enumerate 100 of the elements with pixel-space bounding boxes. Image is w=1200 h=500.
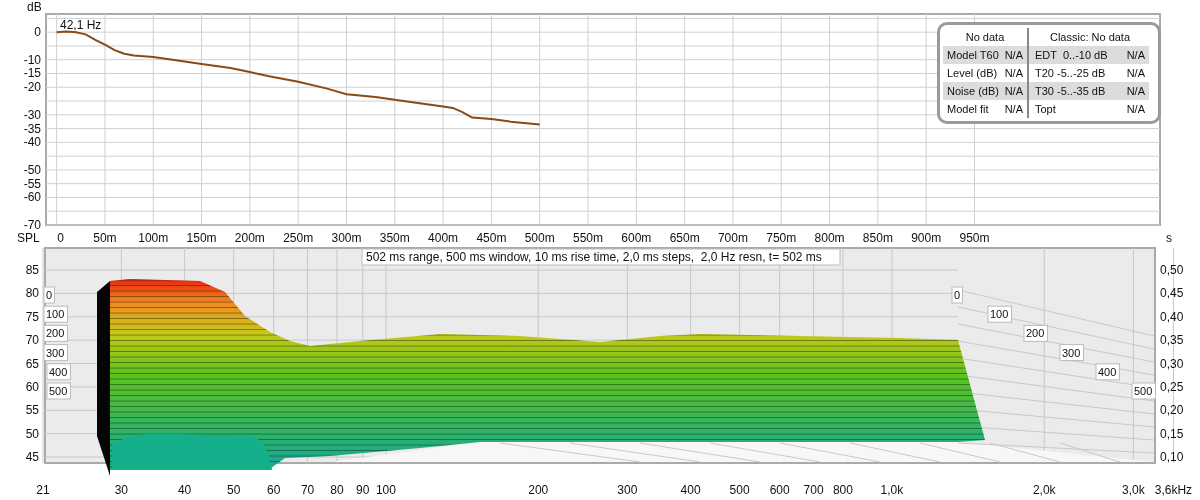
depth-label: 500 [1131,382,1156,400]
x-axis-label: 800m [814,231,845,245]
time-axis-label: 0,30 [1160,356,1184,371]
time-axis-label: 0,15 [1160,426,1184,441]
x-axis-label: 700 [803,483,824,497]
y-axis-label: -50 [23,162,41,177]
depth-label: 500 [46,382,71,400]
x-axis-label: 200m [234,231,265,245]
x-axis-label: 150m [186,231,217,245]
y-axis-label: -70 [23,218,41,232]
legend-value: N/A [1004,49,1023,61]
legend-label: Level (dB) [947,67,998,79]
legend-value: N/A [1126,85,1145,97]
depth-label: 100 [987,305,1012,323]
time-axis-label: 0,35 [1160,333,1184,348]
y-axis-label: -60 [23,190,41,205]
x-axis-label: 600 [769,483,790,497]
depth-label: 400 [1095,363,1120,381]
x-axis-label: 100 [375,483,396,497]
depth-label: 300 [43,344,68,362]
x-axis-label: 40 [177,483,192,497]
y-axis-label: -40 [23,135,41,150]
time-axis-label: 0,10 [1160,450,1184,464]
depth-label: 0 [951,286,963,304]
legend-value: N/A [1126,67,1145,79]
x-axis-label: 750m [766,231,797,245]
y-axis-label: 60 [25,379,39,394]
x-axis-label: 400m [428,231,459,245]
legend-label: EDT 0..-10 dB [1035,49,1108,61]
x-axis-label: 30 [114,483,129,497]
depth-label: 0 [43,286,55,304]
legend-label: Model T60 [947,49,999,61]
x-axis-label: 500m [524,231,555,245]
legend-label: T20 -5..-25 dB [1035,67,1106,79]
legend-value: N/A [1004,103,1023,115]
y-axis-label: 45 [25,450,39,464]
legend-value: N/A [1004,67,1023,79]
y-axis-label: 65 [25,356,39,371]
x-axis-label: 50m [93,231,117,245]
y-axis-label: 85 [25,263,39,277]
x-axis-label: 900m [911,231,942,245]
y-axis-label: 70 [25,333,39,348]
y-axis-label: -20 [23,80,41,95]
x-axis-label: 300 [617,483,638,497]
depth-label: 200 [1023,324,1048,342]
y-axis-label: 75 [25,309,39,324]
time-axis-label: 0,50 [1160,263,1184,277]
x-axis-label: 600m [621,231,652,245]
x-axis-label: 350m [379,231,410,245]
x-axis-label: 700m [717,231,748,245]
legend-label: T30 -5..-35 dB [1035,85,1106,97]
x-axis-label: 50 [226,483,241,497]
y-axis-label: 50 [25,426,39,441]
x-axis-label: 200 [528,483,549,497]
depth-label: 300 [1059,344,1084,362]
x-axis-label: 0 [57,231,64,245]
y-axis-label: -30 [23,107,41,122]
x-axis-label: 90 [356,483,370,497]
depth-label: 100 [43,305,68,323]
frequency-label: 42,1 Hz [60,18,102,32]
y-axis-label: -55 [23,176,41,191]
y-axis-label: -10 [23,52,41,67]
time-axis-label: 0,25 [1160,379,1184,394]
y-axis-title: SPL [17,231,40,245]
x-axis-label: 3,0k [1122,483,1145,497]
legend-label: Topt [1035,103,1056,115]
x-axis-label: 2,0k [1032,483,1056,497]
x-axis-label: 80 [330,483,344,497]
legend-header: Classic: No data [1049,31,1131,43]
x-axis-label: 70 [300,483,315,497]
legend-label: Noise (dB) [947,85,999,97]
x-axis-label: 550m [573,231,604,245]
x-axis-label: 250m [283,231,314,245]
x-axis-label: 800 [832,483,853,497]
y-axis-label: 55 [25,403,39,418]
legend-value: N/A [1126,103,1145,115]
x-axis-label: 450m [476,231,507,245]
x-axis-label: 3,6kHz [1154,483,1193,497]
x-axis-label: 100m [138,231,169,245]
x-axis-label: 1,0k [880,483,904,497]
waterfall-info-label: 502 ms range, 500 ms window, 10 ms rise time, 2,0 ms steps, 2,0 Hz resn, t= 502 ms [361,248,841,266]
y-axis-label: -15 [23,66,41,81]
x-axis-label: 950m [959,231,990,245]
x-axis-label: 21 [36,483,50,497]
x-axis-label: 850m [862,231,893,245]
y-axis-title: dB [27,0,42,14]
x-axis-label: 300m [331,231,362,245]
x-axis-label: 650m [669,231,700,245]
x-axis-label: 500 [729,483,750,497]
depth-label: 400 [46,363,71,381]
y-axis-label: 80 [25,286,39,301]
x-axis-label: 400 [680,483,701,497]
time-axis-label: 0,45 [1160,286,1184,301]
legend-label: Model fit [947,103,989,115]
legend-header: No data [965,31,1005,43]
x-axis-label: 60 [267,483,281,497]
x-axis-title: s [1166,231,1172,245]
depth-label: 200 [43,324,68,342]
y-axis-label: 0 [34,25,41,40]
y-axis-label: -35 [23,121,41,136]
